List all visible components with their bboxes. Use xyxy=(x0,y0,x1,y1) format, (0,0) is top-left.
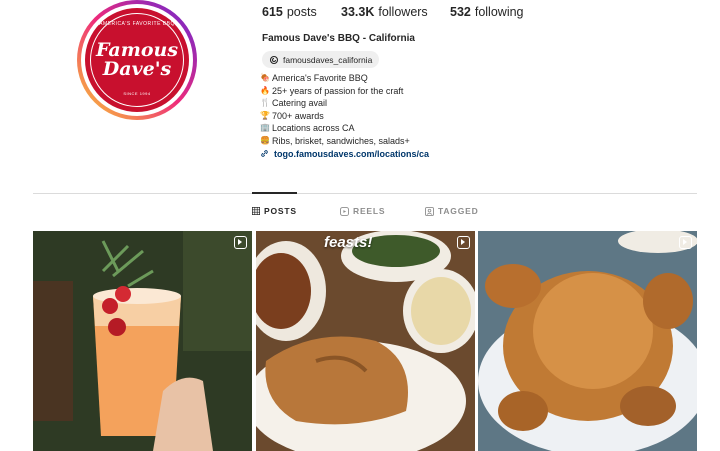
bio-text: 25+ years of passion for the craft xyxy=(272,85,404,96)
reel-badge-icon xyxy=(457,236,470,249)
post-tile-cocktail[interactable] xyxy=(33,231,252,451)
tab-posts[interactable]: POSTS xyxy=(252,206,297,216)
bio-line: 🍖 America's Favorite BBQ xyxy=(260,72,429,85)
tab-posts-label: POSTS xyxy=(264,206,297,216)
bio-line: 🔥 25+ years of passion for the craft xyxy=(260,85,429,98)
post-tile-turkey[interactable] xyxy=(478,231,697,451)
bio-text: Catering avail xyxy=(272,98,328,109)
post-overlay-text: feasts! xyxy=(324,234,373,251)
bio-link-line[interactable]: togo.famousdaves.com/locations/ca xyxy=(260,148,429,161)
posts-value: 615 xyxy=(262,5,283,19)
reels-icon xyxy=(340,206,349,216)
turkey-photo xyxy=(478,231,697,451)
ribs-emoji-icon: 🍖 xyxy=(260,73,270,82)
followers-label: followers xyxy=(378,5,428,19)
threads-handle: famousdaves_california xyxy=(283,54,373,65)
post-tile-thanksgiving[interactable]: feasts! xyxy=(256,231,475,451)
reel-badge-icon xyxy=(679,236,692,249)
reel-badge-icon xyxy=(234,236,247,249)
thanksgiving-photo xyxy=(256,231,475,451)
grid-icon xyxy=(252,207,260,215)
bio-text: Ribs, brisket, sandwiches, salads+ xyxy=(272,135,410,146)
threads-badge[interactable]: famousdaves_california xyxy=(262,51,380,68)
logo-bottom-text: SINCE 1994 xyxy=(123,91,151,96)
bio-link[interactable]: togo.famousdaves.com/locations/ca xyxy=(274,148,429,161)
fire-emoji-icon: 🔥 xyxy=(260,85,270,95)
tab-reels[interactable]: REELS xyxy=(340,206,385,216)
tab-reels-label: REELS xyxy=(353,206,386,216)
followers-count[interactable]: 33.3K followers xyxy=(341,5,428,19)
active-tab-indicator xyxy=(252,192,297,194)
tagged-icon xyxy=(425,206,434,216)
followers-value: 33.3K xyxy=(341,5,375,19)
logo-top-text: AMERICA'S FAVORITE BBQ xyxy=(99,21,175,27)
bio-text: America's Favorite BBQ xyxy=(272,73,368,83)
bio-line: 🏆 700+ awards xyxy=(260,110,429,123)
tabs-divider xyxy=(33,193,697,194)
bio-text: Locations across CA xyxy=(272,123,355,134)
tab-tagged-label: TAGGED xyxy=(438,206,479,216)
tab-tagged[interactable]: TAGGED xyxy=(425,206,479,216)
following-count[interactable]: 532 following xyxy=(450,5,524,19)
posts-label: posts xyxy=(286,5,317,19)
fork-emoji-icon: 🍴 xyxy=(260,98,270,108)
posts-count: 615 posts xyxy=(262,5,317,19)
avatar-frame: AMERICA'S FAVORITE BBQ Famous Dave's SIN… xyxy=(81,4,193,116)
building-emoji-icon: 🏢 xyxy=(260,123,270,133)
bio-line: 🍔 Ribs, brisket, sandwiches, salads+ xyxy=(260,135,429,148)
threads-icon xyxy=(269,55,279,64)
bio-line: 🍴 Catering avail xyxy=(260,97,429,110)
cocktail-photo xyxy=(33,231,252,451)
bbq-emoji-icon: 🍔 xyxy=(260,135,270,145)
profile-name: Famous Dave's BBQ - California xyxy=(262,33,415,44)
following-value: 532 xyxy=(450,5,471,19)
profile-avatar[interactable]: AMERICA'S FAVORITE BBQ Famous Dave's SIN… xyxy=(77,0,197,120)
trophy-emoji-icon: 🏆 xyxy=(260,110,270,120)
following-label: following xyxy=(474,5,524,19)
bio-line: 🏢 Locations across CA xyxy=(260,122,429,135)
bio-text: 700+ awards xyxy=(272,110,324,121)
link-icon xyxy=(261,150,268,158)
profile-bio: 🍖 America's Favorite BBQ 🔥 25+ years of pa… xyxy=(260,72,429,160)
famous-daves-logo: AMERICA'S FAVORITE BBQ Famous Dave's SIN… xyxy=(85,8,189,112)
